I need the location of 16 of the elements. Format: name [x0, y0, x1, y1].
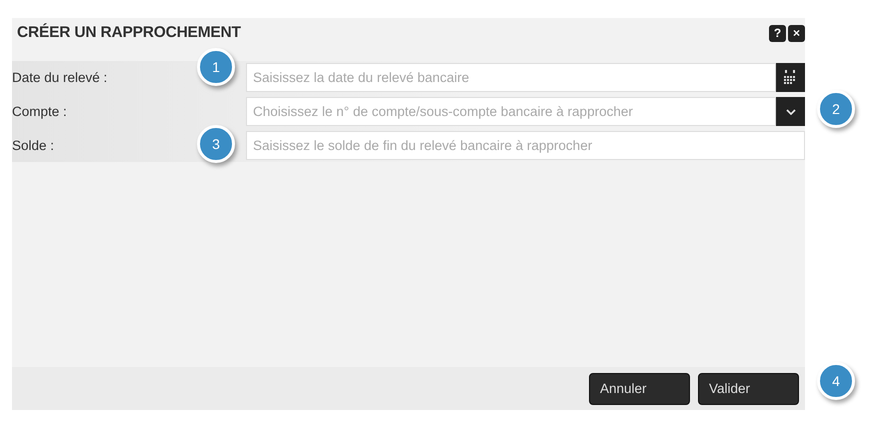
submit-button[interactable]: Valider	[698, 372, 799, 404]
dialog-title: CRÉER UN RAPPROCHEMENT	[17, 24, 241, 42]
callout-badge: 4	[817, 362, 855, 400]
calendar-button[interactable]	[776, 63, 805, 92]
input-field[interactable]: Saisissez le solde de fin du relevé bancaire à rapprocher	[246, 131, 805, 160]
close-button[interactable]: ×	[788, 24, 805, 42]
chevron-down-icon	[786, 108, 796, 114]
date-field[interactable]: Saisissez la date du relevé bancaire	[246, 63, 776, 92]
field-label: Date du relevé :	[12, 70, 108, 84]
field-label: Compte :	[12, 104, 67, 118]
callout-badge: 2	[817, 90, 855, 128]
dropdown-button[interactable]	[776, 97, 805, 126]
select-field[interactable]: Choisissez le n° de compte/sous-compte bancaire à rapprocher	[246, 97, 776, 126]
cancel-button[interactable]: Annuler	[589, 372, 690, 404]
help-button[interactable]: ?	[769, 24, 786, 42]
field-label: Solde :	[12, 138, 54, 152]
